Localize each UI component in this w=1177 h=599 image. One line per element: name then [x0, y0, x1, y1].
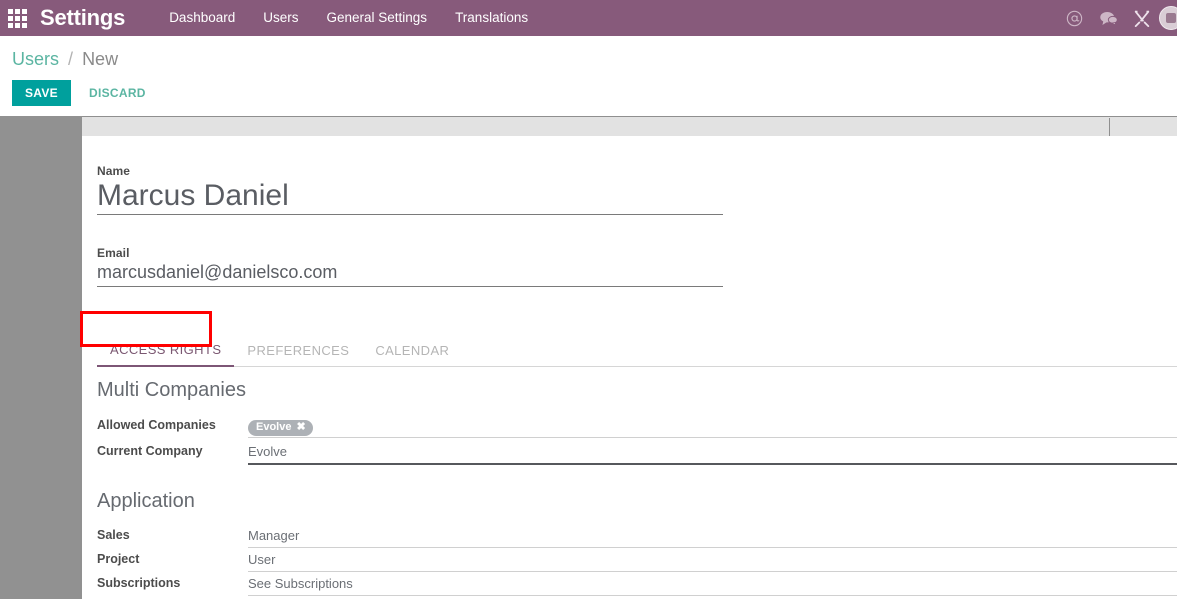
tag-evolve[interactable]: Evolve ✖	[248, 420, 313, 436]
label-project: Project	[97, 552, 140, 566]
row-subscriptions: Subscriptions See Subscriptions	[97, 575, 1177, 599]
record-actions: SAVE DISCARD	[12, 80, 158, 106]
label-subscriptions: Subscriptions	[97, 576, 181, 590]
label-sales: Sales	[97, 528, 130, 542]
row-project: Project User	[97, 551, 1177, 575]
field-name: Name	[97, 164, 723, 215]
control-panel: Users / New SAVE DISCARD	[0, 36, 1177, 116]
top-navbar: Settings Dashboard Users General Setting…	[0, 0, 1177, 36]
tab-access-rights[interactable]: ACCESS RIGHTS	[97, 336, 235, 367]
value-sales[interactable]: Manager	[248, 527, 1177, 548]
breadcrumb-separator: /	[68, 49, 74, 69]
at-sign-icon[interactable]	[1057, 0, 1091, 36]
notebook-tabs: ACCESS RIGHTS PREFERENCES CALENDAR	[97, 336, 1177, 367]
row-current-company: Current Company Evolve	[97, 443, 1177, 467]
row-allowed-companies: Allowed Companies Evolve ✖	[97, 417, 1177, 441]
field-name-label: Name	[97, 164, 131, 178]
nav-item-users[interactable]: Users	[249, 0, 312, 36]
label-current-company: Current Company	[97, 444, 203, 458]
navbar-menu: Dashboard Users General Settings Transla…	[155, 0, 542, 36]
tag-remove-icon[interactable]: ✖	[296, 421, 305, 434]
breadcrumb-current: New	[82, 49, 119, 69]
nav-item-translations[interactable]: Translations	[441, 0, 542, 36]
form-sheet: Name Email ACCESS RIGHTS PREFERENCES CAL…	[82, 136, 1177, 599]
value-subscriptions[interactable]: See Subscriptions	[248, 575, 1177, 596]
label-allowed-companies: Allowed Companies	[97, 418, 216, 432]
avatar-silhouette	[1166, 13, 1176, 23]
row-sales: Sales Manager	[97, 527, 1177, 551]
email-input[interactable]	[97, 261, 723, 287]
sheet-top-band	[82, 116, 1177, 137]
app-brand-title: Settings	[40, 5, 126, 30]
value-project[interactable]: User	[248, 551, 1177, 572]
form-body: Name Email ACCESS RIGHTS PREFERENCES CAL…	[0, 116, 1177, 599]
band-divider	[1109, 118, 1110, 137]
nav-item-dashboard[interactable]: Dashboard	[155, 0, 249, 36]
tools-icon[interactable]	[1125, 0, 1159, 36]
value-allowed-companies[interactable]: Evolve ✖	[248, 417, 1177, 438]
value-current-company[interactable]: Evolve	[248, 443, 1177, 465]
notebook: ACCESS RIGHTS PREFERENCES CALENDAR	[97, 336, 1177, 367]
odoo-settings-users-form: Settings Dashboard Users General Setting…	[0, 0, 1177, 599]
nav-item-general-settings[interactable]: General Settings	[313, 0, 442, 36]
breadcrumb: Users / New	[12, 49, 118, 70]
field-email: Email	[97, 246, 723, 287]
left-gutter-panel	[0, 116, 82, 599]
name-input[interactable]	[97, 179, 723, 215]
group-title-application: Application	[97, 490, 195, 512]
group-title-multi-companies: Multi Companies	[97, 379, 246, 401]
avatar[interactable]	[1159, 0, 1177, 36]
navbar-systray	[1057, 0, 1177, 36]
tab-preferences[interactable]: PREFERENCES	[234, 337, 362, 366]
breadcrumb-users-link[interactable]: Users	[12, 49, 59, 69]
field-email-label: Email	[97, 246, 130, 260]
tag-evolve-label: Evolve	[256, 421, 292, 433]
tab-calendar[interactable]: CALENDAR	[362, 337, 462, 366]
chat-bubble-icon[interactable]	[1091, 0, 1125, 36]
save-button[interactable]: SAVE	[12, 80, 71, 106]
avatar-image	[1159, 6, 1177, 30]
discard-button[interactable]: DISCARD	[77, 80, 158, 106]
apps-grid-icon[interactable]	[0, 0, 34, 36]
apps-grid-glyph	[7, 8, 27, 28]
